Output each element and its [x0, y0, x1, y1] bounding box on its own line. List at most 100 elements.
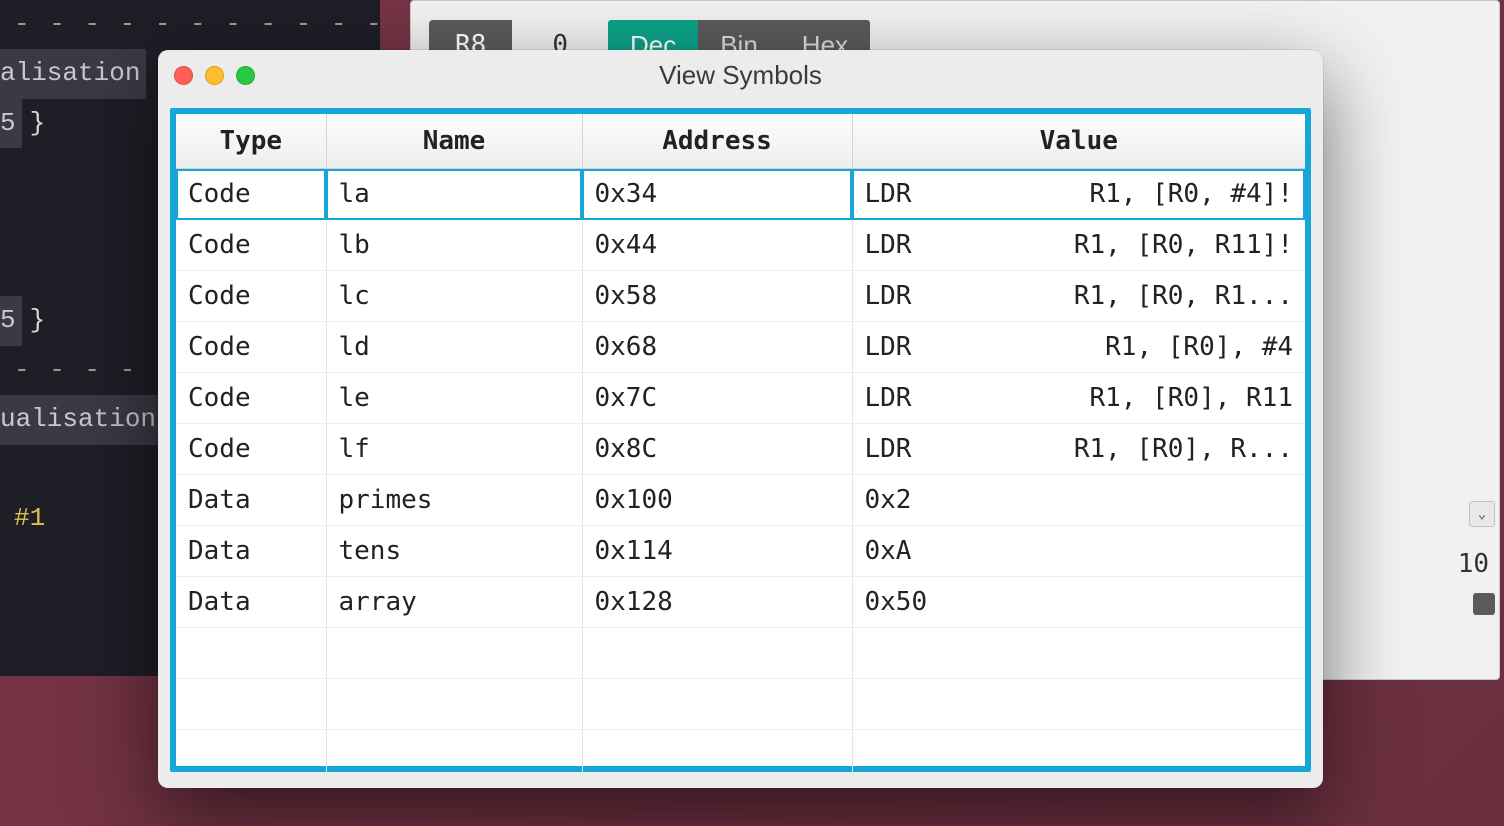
view-symbols-window: View Symbols Type Name Address Value Cod… — [158, 50, 1323, 788]
cell-empty — [176, 679, 326, 730]
cell-name: lc — [326, 271, 582, 322]
value-op: 0x50 — [865, 587, 928, 617]
maximize-icon[interactable] — [236, 66, 255, 85]
editor-gutter: 5 — [0, 99, 22, 148]
symbols-table-wrap: Type Name Address Value Codela0x34LDRR1,… — [170, 108, 1311, 772]
cell-name: array — [326, 577, 582, 628]
cell-name: ld — [326, 322, 582, 373]
editor-text: } — [30, 108, 46, 138]
col-header-value[interactable]: Value — [852, 114, 1305, 169]
value-args — [927, 587, 1293, 617]
cell-type: Code — [176, 220, 326, 271]
cell-value: LDRR1, [R0], R... — [852, 424, 1305, 475]
value-op: LDR — [865, 179, 912, 209]
cell-type: Data — [176, 526, 326, 577]
cell-address: 0x44 — [582, 220, 852, 271]
editor-gutter: 5 — [0, 296, 22, 345]
value-args — [911, 485, 1293, 515]
value-op: 0xA — [865, 536, 912, 566]
editor-text: } — [30, 305, 46, 335]
value-op: LDR — [865, 281, 912, 311]
cell-type: Data — [176, 475, 326, 526]
cell-name: tens — [326, 526, 582, 577]
editor-gutter: ualisation — [0, 395, 162, 444]
cell-value: LDRR1, [R0], #4 — [852, 322, 1305, 373]
col-header-address[interactable]: Address — [582, 114, 852, 169]
cell-empty — [852, 628, 1305, 679]
minimize-icon[interactable] — [205, 66, 224, 85]
value-args: R1, [R0], R11 — [911, 383, 1293, 413]
cell-type: Code — [176, 424, 326, 475]
cell-type: Data — [176, 577, 326, 628]
window-traffic-lights — [174, 66, 255, 85]
cell-address: 0x68 — [582, 322, 852, 373]
cell-value: LDRR1, [R0, #4]! — [852, 169, 1305, 220]
cell-type: Code — [176, 322, 326, 373]
table-row[interactable]: Codelf0x8CLDRR1, [R0], R... — [176, 424, 1305, 475]
col-header-name[interactable]: Name — [326, 114, 582, 169]
table-header-row: Type Name Address Value — [176, 114, 1305, 169]
cell-value: 0x2 — [852, 475, 1305, 526]
cell-name: lb — [326, 220, 582, 271]
cell-address: 0x58 — [582, 271, 852, 322]
value-args — [911, 536, 1293, 566]
cell-type: Code — [176, 373, 326, 424]
table-row[interactable]: Codeld0x68LDRR1, [R0], #4 — [176, 322, 1305, 373]
cell-type: Code — [176, 271, 326, 322]
value-op: LDR — [865, 434, 912, 464]
table-row[interactable]: Dataprimes0x100 0x2 — [176, 475, 1305, 526]
cell-name: la — [326, 169, 582, 220]
value-op: 0x2 — [865, 485, 912, 515]
table-row[interactable]: Codele0x7CLDRR1, [R0], R11 — [176, 373, 1305, 424]
cell-name: lf — [326, 424, 582, 475]
value-op: LDR — [865, 230, 912, 260]
cell-empty — [326, 628, 582, 679]
value-args: R1, [R0, R1... — [911, 281, 1293, 311]
col-header-type[interactable]: Type — [176, 114, 326, 169]
table-row[interactable]: Dataarray0x128 0x50 — [176, 577, 1305, 628]
cell-address: 0x8C — [582, 424, 852, 475]
close-icon[interactable] — [174, 66, 193, 85]
cell-empty — [582, 679, 852, 730]
editor-gutter: alisation — [0, 49, 146, 98]
cell-empty — [326, 679, 582, 730]
table-row[interactable]: Codela0x34LDRR1, [R0, #4]! — [176, 169, 1305, 220]
editor-text: #1 — [14, 503, 45, 533]
cell-value: LDRR1, [R0, R1... — [852, 271, 1305, 322]
scrollbar-thumb[interactable] — [1473, 593, 1495, 615]
cell-empty — [852, 679, 1305, 730]
value-args: R1, [R0], R... — [911, 434, 1293, 464]
cell-empty — [582, 730, 852, 781]
table-row[interactable]: Codelb0x44LDRR1, [R0, R11]! — [176, 220, 1305, 271]
editor-text: - - - - - - - - - - - - - - — [14, 9, 380, 39]
cell-empty — [852, 730, 1305, 781]
cell-type: Code — [176, 169, 326, 220]
cell-empty — [176, 730, 326, 781]
cell-value: LDRR1, [R0, R11]! — [852, 220, 1305, 271]
cell-value: 0xA — [852, 526, 1305, 577]
value-args: R1, [R0], #4 — [911, 332, 1293, 362]
cell-name: primes — [326, 475, 582, 526]
scrollbar-down-icon[interactable]: ⌄ — [1469, 501, 1495, 527]
cell-address: 0x100 — [582, 475, 852, 526]
cell-value: LDRR1, [R0], R11 — [852, 373, 1305, 424]
cell-empty — [582, 628, 852, 679]
cell-address: 0x114 — [582, 526, 852, 577]
cell-value: 0x50 — [852, 577, 1305, 628]
table-row[interactable]: Datatens0x114 0xA — [176, 526, 1305, 577]
side-number: 10 — [1458, 549, 1489, 579]
value-args: R1, [R0, #4]! — [911, 179, 1293, 209]
symbols-table[interactable]: Type Name Address Value Codela0x34LDRR1,… — [176, 114, 1305, 781]
value-op: LDR — [865, 383, 912, 413]
cell-address: 0x34 — [582, 169, 852, 220]
table-row[interactable]: Codelc0x58LDRR1, [R0, R1... — [176, 271, 1305, 322]
cell-name: le — [326, 373, 582, 424]
table-row-empty — [176, 628, 1305, 679]
table-row-empty — [176, 679, 1305, 730]
editor-line: - - - - - - - - - - - - - - — [0, 0, 380, 49]
value-args: R1, [R0, R11]! — [911, 230, 1293, 260]
window-title: View Symbols — [158, 60, 1323, 91]
cell-address: 0x128 — [582, 577, 852, 628]
value-op: LDR — [865, 332, 912, 362]
window-titlebar[interactable]: View Symbols — [158, 50, 1323, 100]
